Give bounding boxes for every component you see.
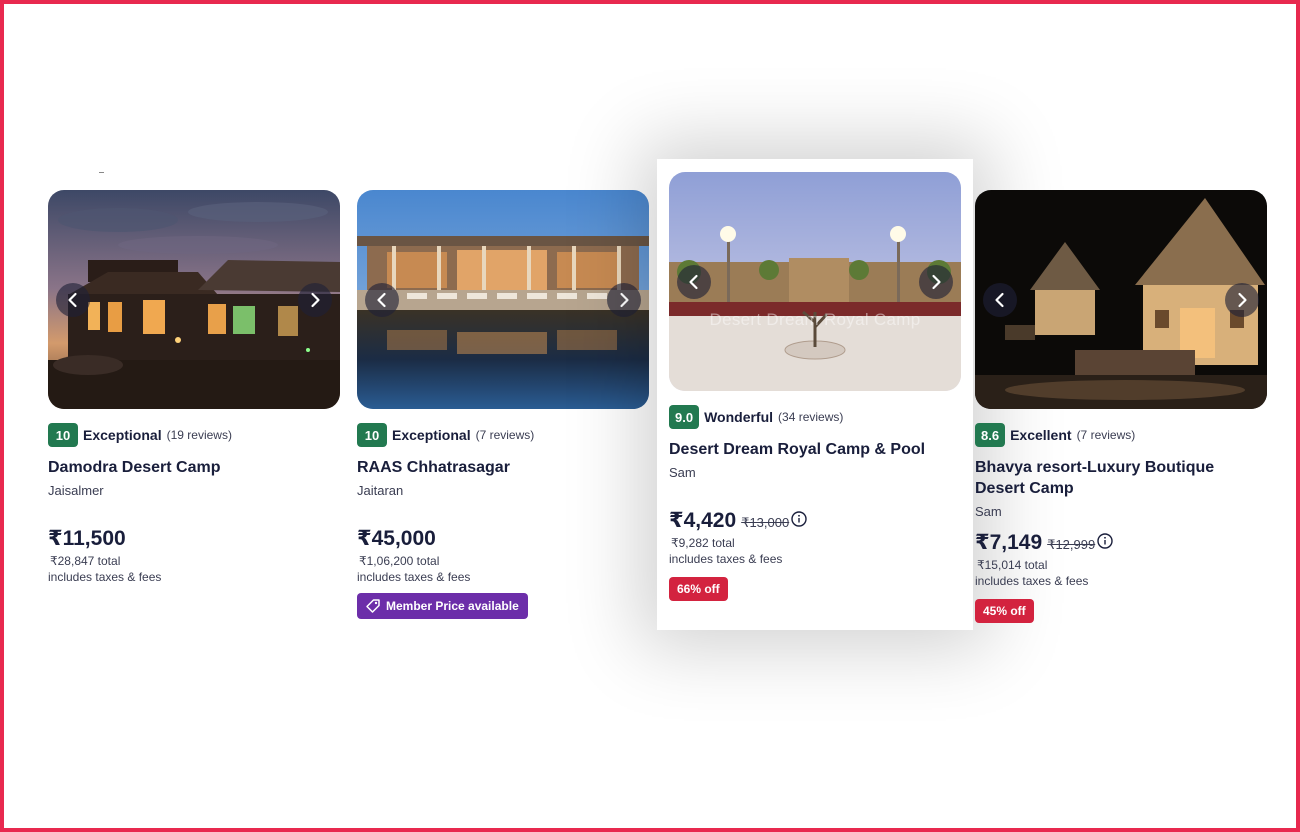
hotel-location: Sam xyxy=(975,504,1002,519)
hotel-name[interactable]: RAAS Chhatrasagar xyxy=(357,457,649,478)
next-photo-button[interactable] xyxy=(298,282,332,317)
original-price: ₹13,000 xyxy=(741,515,790,530)
hotel-photo-image xyxy=(357,190,649,409)
price-block: ₹7,149 ₹12,999 ₹15,014 total includes ta… xyxy=(975,531,1267,588)
divider-mark xyxy=(99,172,104,173)
review-count: (7 reviews) xyxy=(475,428,535,442)
chevron-right-icon xyxy=(1238,292,1247,307)
chevron-left-icon xyxy=(689,274,698,289)
hotel-location: Jaisalmer xyxy=(48,483,104,498)
price-block: ₹4,420 ₹13,000 ₹9,282 total includes tax… xyxy=(669,509,961,566)
total-price: ₹15,014 total xyxy=(977,558,1048,572)
hotel-photo[interactable] xyxy=(48,190,340,409)
hotel-photo-image xyxy=(48,190,340,409)
price-block: ₹45,000 ₹1,06,200 total includes taxes &… xyxy=(357,527,649,584)
info-icon[interactable] xyxy=(1097,533,1113,549)
review-count: (34 reviews) xyxy=(778,410,844,424)
chevron-right-icon xyxy=(932,274,941,289)
original-price: ₹12,999 xyxy=(1047,537,1096,552)
rating-label: Exceptional xyxy=(83,427,162,443)
rating-row: 9.0 Wonderful (34 reviews) xyxy=(669,405,961,429)
rating-row: 10 Exceptional (7 reviews) xyxy=(357,423,649,447)
prev-photo-button[interactable] xyxy=(365,282,399,317)
review-count: (19 reviews) xyxy=(166,428,232,442)
chevron-right-icon xyxy=(620,292,629,307)
hotel-name[interactable]: Damodra Desert Camp xyxy=(48,457,340,478)
hotel-photo[interactable]: Desert Dream Royal Camp xyxy=(669,172,961,391)
hotel-card[interactable]: 10 Exceptional (19 reviews) Damodra Dese… xyxy=(48,190,340,584)
rating-row: 10 Exceptional (19 reviews) xyxy=(48,423,340,447)
hotel-card[interactable]: 8.6 Excellent (7 reviews) Bhavya resort-… xyxy=(975,190,1267,623)
hotel-photo-image xyxy=(669,172,961,391)
rating-label: Excellent xyxy=(1010,427,1072,443)
chevron-right-icon xyxy=(311,292,320,307)
next-photo-button[interactable] xyxy=(607,282,641,317)
rating-label: Exceptional xyxy=(392,427,471,443)
hotel-photo[interactable] xyxy=(357,190,649,409)
hotel-card[interactable]: 10 Exceptional (7 reviews) RAAS Chhatras… xyxy=(357,190,649,619)
rating-score-badge: 9.0 xyxy=(669,405,700,429)
fees-note: includes taxes & fees xyxy=(357,570,471,584)
nightly-price: ₹45,000 xyxy=(357,527,436,550)
total-price: ₹28,847 total xyxy=(50,554,121,568)
total-price: ₹9,282 total xyxy=(671,536,735,550)
discount-badge: 66% off xyxy=(669,577,728,601)
prev-photo-button[interactable] xyxy=(983,282,1017,317)
rating-label: Wonderful xyxy=(704,409,774,425)
nightly-price: ₹11,500 xyxy=(48,527,126,550)
hotel-name[interactable]: Desert Dream Royal Camp & Pool xyxy=(669,439,961,460)
rating-score-badge: 10 xyxy=(357,423,387,447)
tag-icon xyxy=(366,599,380,613)
hotel-location: Sam xyxy=(669,465,696,480)
member-price-label: Member Price available xyxy=(386,599,519,613)
review-count: (7 reviews) xyxy=(1076,428,1136,442)
hotel-name[interactable]: Bhavya resort-Luxury Boutique Desert Cam… xyxy=(975,457,1267,499)
rating-row: 8.6 Excellent (7 reviews) xyxy=(975,423,1267,447)
nightly-price: ₹7,149 xyxy=(975,531,1043,554)
fees-note: includes taxes & fees xyxy=(48,570,162,584)
chevron-left-icon xyxy=(68,292,77,307)
nightly-price: ₹4,420 xyxy=(669,509,737,532)
photo-watermark: Desert Dream Royal Camp xyxy=(709,310,921,329)
hotel-location: Jaitaran xyxy=(357,483,404,498)
price-block: ₹11,500 ₹28,847 total includes taxes & f… xyxy=(48,527,340,584)
fees-note: includes taxes & fees xyxy=(669,552,783,566)
next-photo-button[interactable] xyxy=(1225,282,1259,317)
chevron-left-icon xyxy=(995,292,1004,307)
fees-note: includes taxes & fees xyxy=(975,574,1089,588)
info-icon[interactable] xyxy=(791,511,807,527)
discount-badge: 45% off xyxy=(975,599,1034,623)
hotel-photo-image xyxy=(975,190,1267,409)
rating-score-badge: 10 xyxy=(48,423,78,447)
hotel-photo[interactable] xyxy=(975,190,1267,409)
hotel-card-highlighted[interactable]: Desert Dream Royal Camp 9.0 Wonderful (3… xyxy=(657,159,973,630)
next-photo-button[interactable] xyxy=(919,264,953,299)
total-price: ₹1,06,200 total xyxy=(359,554,440,568)
chevron-left-icon xyxy=(377,292,386,307)
member-price-badge: Member Price available xyxy=(357,593,528,619)
prev-photo-button[interactable] xyxy=(677,264,711,299)
rating-score-badge: 8.6 xyxy=(975,423,1006,447)
prev-photo-button[interactable] xyxy=(56,282,90,317)
